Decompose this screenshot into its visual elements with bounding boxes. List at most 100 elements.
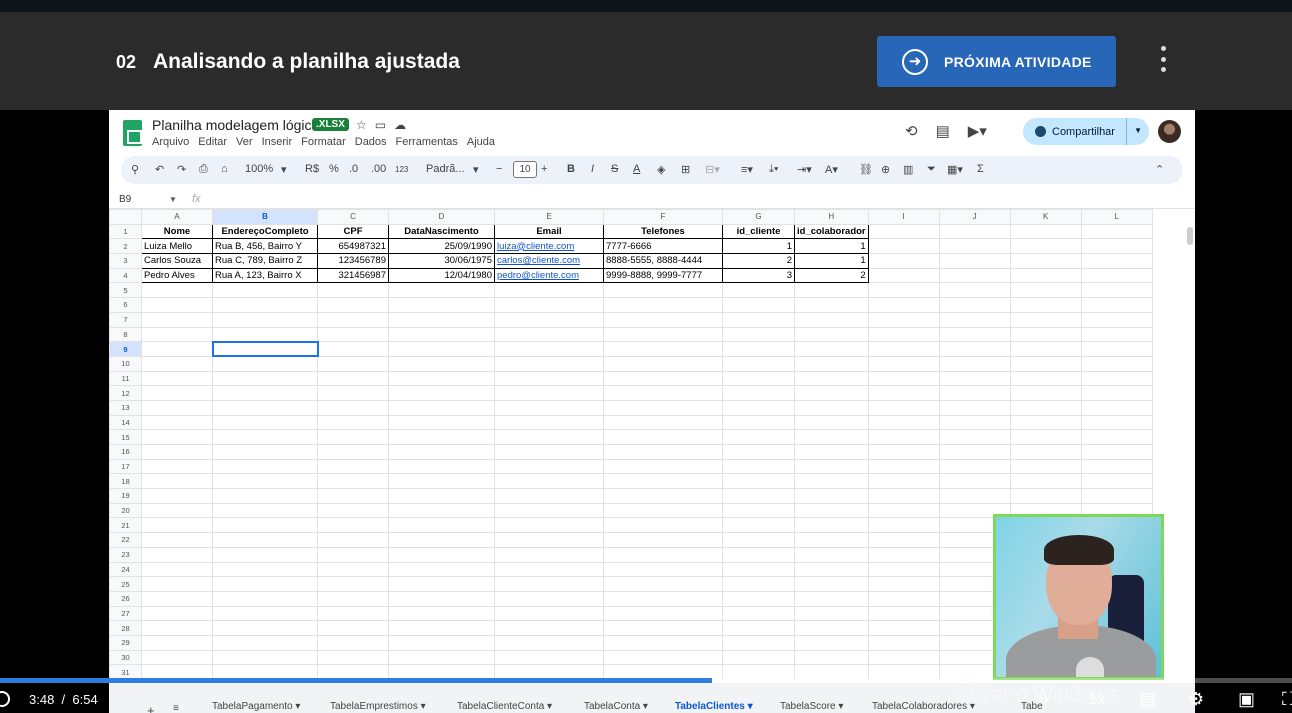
cell — [317, 620, 389, 636]
filter-views-icon: ▦▾ — [947, 164, 963, 176]
cell — [794, 341, 869, 357]
cell — [388, 502, 495, 519]
cell — [603, 488, 723, 504]
cell — [603, 326, 723, 343]
cell — [317, 282, 389, 299]
picture-in-picture-icon[interactable]: ▣ — [1238, 689, 1255, 710]
menu-item: Ajuda — [466, 136, 496, 148]
cell — [794, 282, 869, 299]
cell — [794, 297, 869, 313]
cell — [141, 297, 213, 313]
skip-forward-icon[interactable]: » — [1037, 685, 1049, 711]
strikethrough-icon: S — [611, 163, 619, 175]
sheets-toolbar: ⚲ ↶ ↷ ⎙ ⌂ 100% ▾ R$ % .0 .00 123 Padrã..… — [121, 156, 1183, 184]
menu-item: Ver — [236, 136, 253, 148]
row-header: 13 — [109, 399, 142, 416]
cell — [794, 311, 869, 328]
cell — [212, 488, 318, 504]
cell — [141, 341, 213, 357]
cell — [212, 634, 318, 651]
cell — [212, 546, 318, 563]
cell — [867, 282, 940, 299]
cell — [141, 399, 213, 416]
functions-icon: Σ — [977, 163, 984, 175]
cell — [317, 590, 389, 607]
search-icon: ⚲ — [131, 164, 140, 176]
cell — [867, 429, 940, 445]
cell — [388, 488, 495, 504]
cell: 25/09/1990 — [388, 238, 495, 255]
cell — [794, 370, 869, 387]
cell — [867, 473, 940, 490]
cell — [794, 458, 869, 475]
cell — [1009, 326, 1082, 343]
align-icon: ≡▾ — [741, 164, 753, 176]
cell — [317, 649, 389, 666]
cell — [794, 488, 869, 504]
video-player[interactable]: Planilha modelagem lógica .XLSX ☆▭☁ Arqu… — [0, 110, 1292, 713]
row-header: 6 — [109, 297, 142, 313]
cell — [494, 473, 604, 490]
link-icon: ⛓ — [859, 164, 873, 176]
header-cell: id_colaborador — [794, 223, 869, 240]
row-header: 23 — [109, 546, 142, 563]
cell — [794, 502, 869, 519]
cell: 30/06/1975 — [388, 253, 495, 269]
cell — [141, 605, 213, 622]
cell — [938, 282, 1011, 299]
cell: 2 — [722, 253, 795, 269]
minus-icon: − — [496, 163, 503, 175]
cell — [1009, 488, 1082, 504]
cell — [317, 576, 389, 592]
cell — [794, 532, 869, 548]
row-header: 25 — [109, 576, 142, 592]
cell — [722, 634, 795, 651]
cell — [141, 370, 213, 387]
menu-item: Dados — [354, 136, 387, 148]
cell — [494, 458, 604, 475]
cell — [141, 385, 213, 401]
subtitles-icon[interactable]: ▤ — [1139, 689, 1156, 710]
chevron-down-icon: ▼ — [169, 195, 177, 204]
cell — [722, 414, 795, 431]
cell — [317, 414, 389, 431]
cell: 8888-5555, 8888-4444 — [603, 253, 723, 269]
fullscreen-icon[interactable]: ⛶ — [1282, 689, 1292, 710]
cell — [388, 634, 495, 651]
column-header: H — [794, 209, 869, 225]
row-header: 3 — [109, 253, 142, 269]
cell — [388, 282, 495, 299]
cell — [603, 649, 723, 666]
cell: 2 — [794, 267, 869, 284]
cell — [722, 429, 795, 445]
cell — [794, 561, 869, 578]
cell — [141, 664, 213, 679]
row-header: 1 — [109, 223, 142, 240]
cell — [317, 385, 389, 401]
cell — [938, 223, 1011, 240]
cell — [603, 561, 723, 578]
volume-icon[interactable] — [0, 691, 10, 707]
cell — [1009, 253, 1082, 269]
cell: Luiza Mello — [141, 238, 213, 255]
cell: luiza@cliente.com — [494, 238, 604, 255]
cell — [603, 576, 723, 592]
redo-icon: ↷ — [177, 164, 187, 176]
cell — [794, 664, 869, 679]
cell — [388, 399, 495, 416]
cell — [722, 649, 795, 666]
more-options-icon[interactable] — [1156, 46, 1170, 72]
cell — [388, 649, 495, 666]
settings-gear-icon[interactable]: ⚙ — [1188, 689, 1204, 710]
playback-speed[interactable]: 1x — [1088, 691, 1105, 709]
cell — [141, 649, 213, 666]
cell — [494, 532, 604, 548]
cell — [388, 429, 495, 445]
webcam-overlay — [993, 514, 1164, 680]
cell: 1 — [794, 253, 869, 269]
cell — [212, 473, 318, 490]
cell — [141, 414, 213, 431]
cell — [867, 532, 940, 548]
cell — [603, 385, 723, 401]
next-activity-button[interactable]: ➜ PRÓXIMA ATIVIDADE — [877, 36, 1116, 87]
